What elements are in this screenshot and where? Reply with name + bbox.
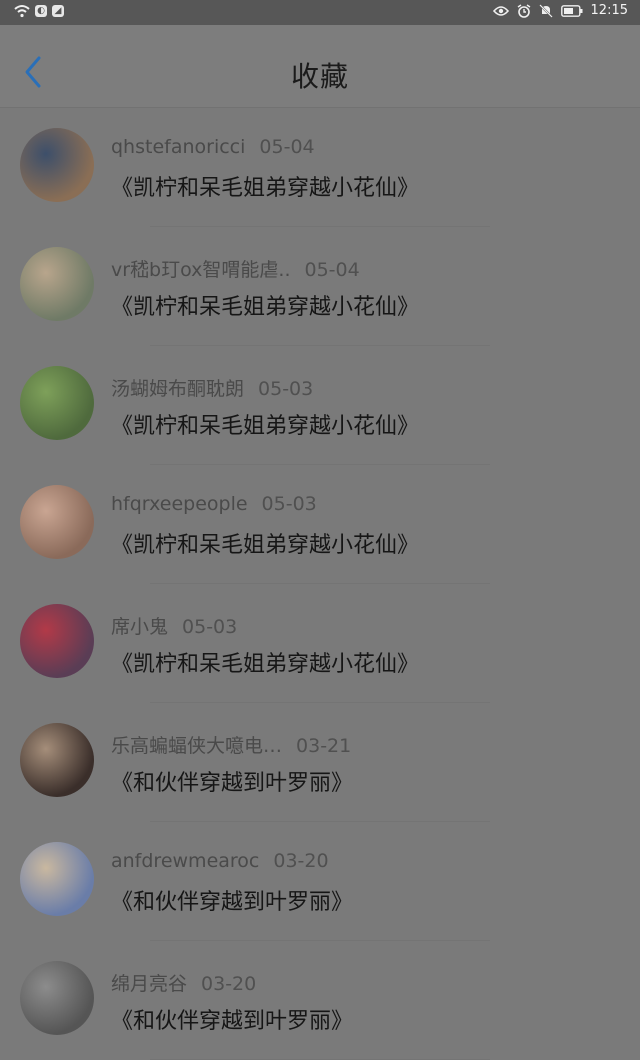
list-item[interactable]: anfdrewmearoc 03-20 《和伙伴穿越到叶罗丽》	[0, 822, 640, 941]
item-date: 05-03	[258, 378, 314, 400]
item-meta: hfqrxeepeople 05-03	[111, 493, 317, 515]
item-date: 03-20	[201, 973, 257, 995]
username: anfdrewmearoc	[111, 850, 260, 872]
username: 席小鬼	[111, 616, 169, 638]
username: vr嵇b玎ox智喟能虐..	[111, 259, 291, 281]
avatar[interactable]	[20, 604, 94, 678]
avatar[interactable]	[20, 723, 94, 797]
list-item[interactable]: 汤蝴姆布酮耽朗 05-03 《凯柠和呆毛姐弟穿越小花仙》	[0, 346, 640, 465]
status-bar: ◐ ◢ 12:15	[0, 0, 640, 25]
item-date: 05-04	[259, 136, 315, 158]
list-item[interactable]: qhstefanoricci 05-04 《凯柠和呆毛姐弟穿越小花仙》	[0, 108, 640, 227]
story-title[interactable]: 《凯柠和呆毛姐弟穿越小花仙》	[111, 289, 419, 321]
story-title[interactable]: 《和伙伴穿越到叶罗丽》	[111, 884, 353, 916]
battery-icon	[560, 4, 583, 17]
item-date: 05-03	[261, 493, 317, 515]
list-item[interactable]: 席小鬼 05-03 《凯柠和呆毛姐弟穿越小花仙》	[0, 584, 640, 703]
app-badge-icon: ◢	[52, 5, 64, 17]
avatar[interactable]	[20, 485, 94, 559]
item-meta: qhstefanoricci 05-04	[111, 136, 315, 158]
page-title: 收藏	[290, 60, 349, 93]
list-item[interactable]: hfqrxeepeople 05-03 《凯柠和呆毛姐弟穿越小花仙》	[0, 465, 640, 584]
item-date: 03-20	[273, 850, 329, 872]
silent-icon	[538, 3, 553, 18]
avatar[interactable]	[20, 842, 94, 916]
item-date: 03-21	[296, 735, 352, 757]
status-right-icons: 12:15	[492, 3, 628, 18]
username: qhstefanoricci	[111, 136, 246, 158]
story-title[interactable]: 《凯柠和呆毛姐弟穿越小花仙》	[111, 527, 419, 559]
item-meta: vr嵇b玎ox智喟能虐.. 05-04	[111, 255, 360, 282]
story-title[interactable]: 《和伙伴穿越到叶罗丽》	[111, 1003, 353, 1035]
wifi-signal-icon	[14, 5, 30, 18]
story-title[interactable]: 《和伙伴穿越到叶罗丽》	[111, 765, 353, 797]
item-date: 05-04	[304, 259, 360, 281]
app-badge-icon: ◐	[35, 5, 47, 17]
story-title[interactable]: 《凯柠和呆毛姐弟穿越小花仙》	[111, 646, 419, 678]
item-meta: 绵月亮谷 03-20	[111, 969, 256, 996]
item-meta: 乐高蝙蝠侠大噫电… 03-21	[111, 731, 351, 758]
avatar[interactable]	[20, 128, 94, 202]
item-date: 05-03	[182, 616, 238, 638]
item-meta: anfdrewmearoc 03-20	[111, 850, 329, 872]
username: 乐高蝙蝠侠大噫电…	[111, 735, 283, 757]
favorites-list: qhstefanoricci 05-04 《凯柠和呆毛姐弟穿越小花仙》 vr嵇b玎ox…	[0, 108, 640, 1060]
avatar[interactable]	[20, 247, 94, 321]
username: 汤蝴姆布酮耽朗	[111, 378, 245, 400]
app-header: 收藏	[0, 25, 640, 108]
status-left-icons: ◐ ◢	[14, 4, 64, 18]
item-meta: 席小鬼 05-03	[111, 612, 237, 639]
status-time: 12:15	[590, 3, 628, 18]
username: hfqrxeepeople	[111, 493, 248, 515]
list-item[interactable]: 乐高蝙蝠侠大噫电… 03-21 《和伙伴穿越到叶罗丽》	[0, 703, 640, 822]
story-title[interactable]: 《凯柠和呆毛姐弟穿越小花仙》	[111, 170, 419, 202]
username: 绵月亮谷	[111, 973, 188, 995]
list-item[interactable]: 绵月亮谷 03-20 《和伙伴穿越到叶罗丽》	[0, 941, 640, 1060]
item-meta: 汤蝴姆布酮耽朗 05-03	[111, 374, 313, 401]
eye-icon	[492, 5, 509, 16]
story-title[interactable]: 《凯柠和呆毛姐弟穿越小花仙》	[111, 408, 419, 440]
list-item[interactable]: vr嵇b玎ox智喟能虐.. 05-04 《凯柠和呆毛姐弟穿越小花仙》	[0, 227, 640, 346]
avatar[interactable]	[20, 366, 94, 440]
alarm-icon	[517, 3, 530, 18]
